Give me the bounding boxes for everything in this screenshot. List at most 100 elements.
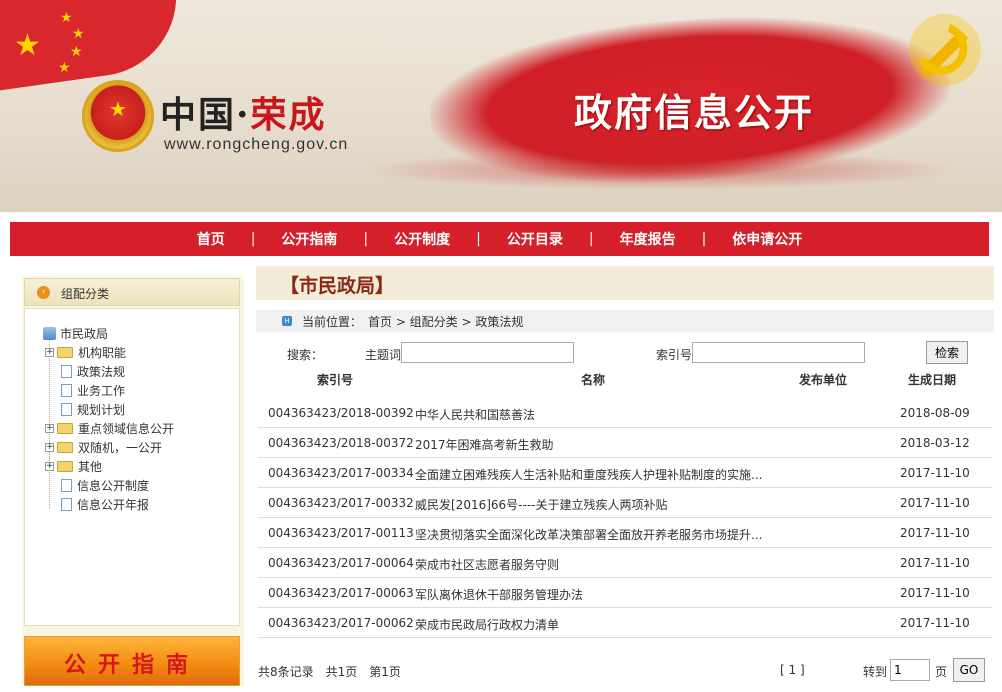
nav-separator: | [476, 231, 481, 247]
go-button[interactable]: GO [953, 658, 985, 682]
star-icon: ★ [14, 28, 41, 63]
sidebar-header-label: 组配分类 [61, 287, 110, 301]
record-summary: 共8条记录 共1页 第1页 [258, 665, 401, 679]
table-row[interactable]: 004363423/2017-00063 军队离休退休干部服务管理办法 2017… [258, 578, 992, 608]
search-button[interactable]: 检索 [926, 341, 968, 364]
nav-item-catalog[interactable]: 公开目录 | [507, 229, 620, 249]
star-icon: ★ [70, 44, 83, 60]
department-title-bar: 【市民政局】 [256, 266, 994, 300]
row-title-link[interactable]: 坚决贯彻落实全面深化改革决策部署全面放开养老服务市场提升... [415, 526, 762, 543]
expand-icon[interactable]: + [45, 423, 54, 433]
disclosure-guide-banner[interactable]: 公开指南 [24, 636, 240, 686]
main-nav: 首页 | 公开指南 | 公开制度 | 公开目录 | 年度报告 | 依申请公开 [10, 222, 989, 256]
expand-icon[interactable]: + [45, 347, 54, 357]
nav-separator: | [588, 231, 594, 247]
expand-icon[interactable]: + [45, 461, 54, 471]
table-row[interactable]: 004363423/2017-00332 威民发[2016]66号----关于建… [258, 488, 992, 518]
tree-item-plans[interactable]: 规划计划 [61, 400, 125, 418]
table-row[interactable]: 004363423/2018-00372 2017年困难高考新生救助 2018-… [258, 428, 992, 458]
row-title-link[interactable]: 中华人民共和国慈善法 [415, 406, 535, 423]
row-title-link[interactable]: 全面建立困难残疾人生活补贴和重度残疾人护理补贴制度的实施... [415, 466, 762, 483]
row-title-link[interactable]: 军队离休退休干部服务管理办法 [415, 586, 583, 603]
table-row[interactable]: 004363423/2017-00064 荣成市社区志愿者服务守则 2017-1… [258, 548, 992, 578]
document-icon [61, 364, 72, 378]
tree-item-double-random[interactable]: + 双随机，一公开 [45, 438, 162, 456]
disclosure-guide-label[interactable]: 公开指南 [25, 647, 239, 679]
tree-item-label[interactable]: 业务工作 [77, 382, 125, 399]
tree-item-label[interactable]: 市民政局 [60, 325, 108, 342]
home-icon: H [282, 316, 292, 326]
document-icon [61, 383, 72, 397]
search-label: 搜索： [287, 348, 324, 362]
tree-item-policies[interactable]: 政策法规 [61, 362, 125, 380]
row-date: 2017-11-10 [900, 496, 970, 510]
row-index: 004363423/2017-00062 [268, 616, 414, 630]
tree-item-label[interactable]: 其他 [78, 458, 102, 475]
tree-item-label[interactable]: 规划计划 [77, 401, 125, 418]
table-row[interactable]: 004363423/2017-00334 全面建立困难残疾人生活补贴和重度残疾人… [258, 458, 992, 488]
star-icon: ★ [72, 26, 85, 42]
goto-label: 转到 [863, 665, 888, 679]
arrow-circle-icon: › [37, 286, 50, 299]
row-index: 004363423/2018-00392 [268, 406, 414, 420]
tree-item-annual-report[interactable]: 信息公开年报 [61, 495, 149, 513]
tree-item-key-areas[interactable]: + 重点领域信息公开 [45, 419, 174, 437]
index-number-input[interactable] [692, 342, 865, 363]
nav-label[interactable]: 年度报告 [620, 229, 676, 249]
nav-item-system[interactable]: 公开制度 | [394, 229, 507, 249]
row-index: 004363423/2017-00332 [268, 496, 414, 510]
topic-input[interactable] [401, 342, 574, 363]
nav-label[interactable]: 公开目录 [507, 229, 563, 249]
row-title-link[interactable]: 威民发[2016]66号----关于建立残疾人两项补贴 [415, 496, 668, 513]
folder-icon [57, 460, 73, 472]
nav-item-request[interactable]: 依申请公开 [732, 229, 802, 249]
column-header-publisher: 发布单位 [799, 373, 848, 387]
tree-item-business[interactable]: 业务工作 [61, 381, 125, 399]
tree-item-label[interactable]: 信息公开制度 [77, 477, 149, 494]
page-number-input[interactable] [890, 659, 930, 681]
expand-icon[interactable]: + [45, 442, 54, 452]
tree-item-label[interactable]: 重点领域信息公开 [78, 420, 174, 437]
nav-item-guide[interactable]: 公开指南 | [281, 229, 394, 249]
row-index: 004363423/2017-00113 [268, 526, 414, 540]
nav-separator: | [363, 231, 369, 247]
tree-item-label[interactable]: 政策法规 [77, 363, 125, 380]
table-row[interactable]: 004363423/2017-00062 荣成市民政局行政权力清单 2017-1… [258, 608, 992, 638]
category-tree: 市民政局 + 机构职能 政策法规 业务工作 规划计划 + 重点领域信息公开 + … [24, 308, 240, 626]
tree-item-org-functions[interactable]: + 机构职能 [45, 343, 126, 361]
tree-item-disclosure-system[interactable]: 信息公开制度 [61, 476, 149, 494]
row-index: 004363423/2017-00064 [268, 556, 414, 570]
tree-item-label[interactable]: 双随机，一公开 [78, 439, 162, 456]
page-link[interactable]: [ 1 ] [780, 663, 805, 677]
table-header: 索引号 名称 发布单位 生成日期 [256, 370, 994, 390]
tree-item-label[interactable]: 机构职能 [78, 344, 126, 361]
tree-item-label[interactable]: 信息公开年报 [77, 496, 149, 513]
department-title: 【市民政局】 [280, 275, 395, 297]
header-banner: ★ ★ ★ ★ ★ ★ 中国·荣成 www.rongcheng.gov.cn 政… [0, 0, 1002, 212]
banner-title: 政府信息公开 [574, 90, 815, 135]
index-number-label: 索引号 [656, 348, 693, 362]
folder-icon [57, 422, 73, 434]
breadcrumb: H 当前位置： 首页 > 组配分类 > 政策法规 [256, 310, 994, 332]
page-unit-label: 页 [935, 665, 948, 679]
table-row[interactable]: 004363423/2017-00113 坚决贯彻落实全面深化改革决策部署全面放… [258, 518, 992, 548]
nav-label[interactable]: 公开制度 [394, 229, 450, 249]
row-title-link[interactable]: 2017年困难高考新生救助 [415, 436, 554, 453]
row-title-link[interactable]: 荣成市社区志愿者服务守则 [415, 556, 559, 573]
tree-item-other[interactable]: + 其他 [45, 457, 102, 475]
nav-label[interactable]: 公开指南 [281, 229, 337, 249]
nav-label[interactable]: 首页 [197, 229, 225, 249]
site-name: 中国·荣成 [160, 86, 327, 138]
party-emblem-icon [909, 14, 981, 86]
nav-item-home[interactable]: 首页 | [197, 229, 282, 249]
tree-item-root[interactable]: 市民政局 [43, 324, 108, 342]
nav-separator: | [701, 231, 707, 247]
pagination: 共8条记录 共1页 第1页 [ 1 ] 转到 页 GO [256, 657, 994, 683]
nav-item-annual-report[interactable]: 年度报告 | [620, 229, 733, 249]
nav-label[interactable]: 依申请公开 [732, 229, 802, 249]
row-title-link[interactable]: 荣成市民政局行政权力清单 [415, 616, 559, 633]
table-row[interactable]: 004363423/2018-00392 中华人民共和国慈善法 2018-08-… [258, 398, 992, 428]
row-index: 004363423/2017-00063 [268, 586, 414, 600]
star-icon: ★ [58, 60, 71, 76]
nav-separator: | [250, 231, 256, 247]
